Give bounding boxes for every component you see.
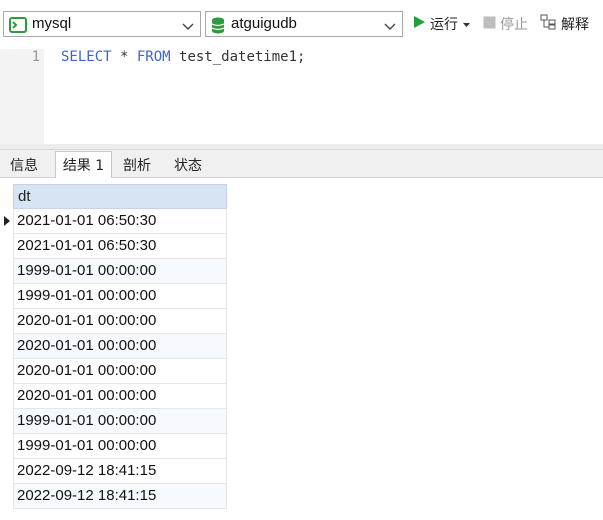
table-row[interactable]: 2022-09-12 18:41:15 xyxy=(13,459,227,484)
table-row[interactable]: 1999-01-01 00:00:00 xyxy=(13,434,227,459)
stop-label: 停止 xyxy=(500,17,528,33)
sql-code[interactable]: SELECT * FROM test_datetime1; xyxy=(61,49,305,66)
database-select[interactable]: atguigudb xyxy=(205,11,403,37)
stop-icon xyxy=(483,16,496,33)
chevron-down-icon xyxy=(384,19,396,37)
connection-value: mysql xyxy=(32,15,72,32)
database-icon xyxy=(211,17,225,39)
chevron-down-icon xyxy=(182,19,194,37)
toolbar: mysql atguigudb 运行 停止 解释 xyxy=(0,0,603,49)
tab-status[interactable]: 状态 xyxy=(163,152,213,178)
tab-profile[interactable]: 剖析 xyxy=(112,152,162,178)
explain-label: 解释 xyxy=(561,17,589,33)
table-row[interactable]: 1999-01-01 00:00:00 xyxy=(13,259,227,284)
stop-button[interactable]: 停止 xyxy=(483,13,528,35)
table-row[interactable]: 2020-01-01 00:00:00 xyxy=(13,384,227,409)
sql-table-name: test_datetime1; xyxy=(170,49,306,65)
table-row[interactable]: 1999-01-01 00:00:00 xyxy=(13,409,227,434)
tab-result-1[interactable]: 结果 1 xyxy=(55,151,112,178)
run-label: 运行 xyxy=(430,17,458,33)
table-row[interactable]: 2020-01-01 00:00:00 xyxy=(13,359,227,384)
sql-keyword-from: FROM xyxy=(136,49,171,65)
table-row[interactable]: 2021-01-01 06:50:30 xyxy=(13,209,227,234)
table-row[interactable]: 2020-01-01 00:00:00 xyxy=(13,309,227,334)
run-button[interactable]: 运行 xyxy=(412,13,471,35)
line-number: 1 xyxy=(31,49,40,65)
connection-select[interactable]: mysql xyxy=(3,11,201,37)
database-value: atguigudb xyxy=(231,15,297,32)
sql-keyword-select: SELECT xyxy=(61,49,112,65)
table-row[interactable]: 2020-01-01 00:00:00 xyxy=(13,334,227,359)
connection-icon xyxy=(9,17,27,38)
column-header-dt[interactable]: dt xyxy=(13,184,227,209)
tab-info[interactable]: 信息 xyxy=(2,152,46,178)
sql-editor[interactable]: 1 SELECT * FROM test_datetime1; xyxy=(0,49,603,144)
result-tabs: 信息 结果 1 剖析 状态 xyxy=(0,150,603,178)
play-icon xyxy=(412,15,426,33)
table-row[interactable]: 2021-01-01 06:50:30 xyxy=(13,234,227,259)
explain-button[interactable]: 解释 xyxy=(540,13,589,35)
sql-text: * xyxy=(111,49,137,65)
line-gutter: 1 xyxy=(0,49,44,144)
run-dropdown-icon[interactable] xyxy=(462,16,471,33)
table-row[interactable]: 2022-09-12 18:41:15 xyxy=(13,484,227,509)
table-row[interactable]: 1999-01-01 00:00:00 xyxy=(13,284,227,309)
explain-icon xyxy=(540,14,557,34)
current-row-marker-icon xyxy=(4,216,10,226)
